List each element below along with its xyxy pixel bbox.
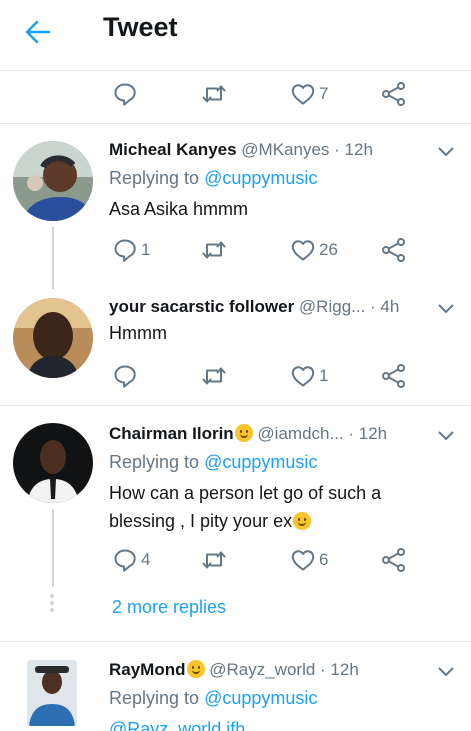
- tweet-text-fragment: blessing , I pity your ex: [109, 511, 293, 531]
- smile-emoji-icon: [293, 512, 312, 530]
- heart-icon: [291, 84, 315, 105]
- timestamp[interactable]: · 4h: [370, 297, 399, 316]
- reply-icon: [114, 549, 136, 572]
- tweet-header: Micheal Kanyes @MKanyes · 12h: [109, 140, 373, 160]
- tweet-actions: 1: [0, 361, 471, 391]
- retweet-icon: [202, 367, 226, 385]
- like-button[interactable]: 26: [290, 235, 338, 265]
- timestamp[interactable]: · 12h: [348, 424, 387, 443]
- share-button[interactable]: [381, 79, 407, 109]
- mention-link[interactable]: @cuppymusic: [204, 688, 317, 708]
- chevron-down-icon[interactable]: [437, 429, 455, 441]
- share-icon: [382, 548, 405, 572]
- mention-link[interactable]: @Rayz_world ifh: [109, 719, 245, 731]
- chevron-down-icon[interactable]: [437, 665, 455, 677]
- heart-icon: [291, 240, 315, 261]
- like-count: 6: [319, 550, 329, 569]
- avatar[interactable]: [13, 141, 93, 221]
- tweet-actions: 4 6: [0, 545, 471, 575]
- tweet-text-line: blessing , I pity your ex: [109, 507, 381, 535]
- like-button[interactable]: 6: [290, 545, 328, 575]
- blush-emoji-icon: [186, 660, 205, 678]
- retweet-icon: [202, 241, 226, 259]
- top-bar: Tweet: [0, 0, 471, 66]
- like-count: 7: [319, 84, 329, 103]
- share-button[interactable]: [381, 235, 407, 265]
- tweet-actions: 1 26: [0, 235, 471, 265]
- chevron-down-icon[interactable]: [437, 145, 455, 157]
- reply-button[interactable]: 4: [112, 545, 150, 575]
- reply-icon: [114, 83, 136, 106]
- back-arrow-icon[interactable]: [22, 16, 54, 48]
- retweet-button[interactable]: [200, 361, 228, 391]
- replying-to: Replying to @cuppymusic: [109, 168, 317, 189]
- retweet-icon: [202, 551, 226, 569]
- smirk-emoji-icon: [234, 424, 253, 442]
- mention-link[interactable]: @cuppymusic: [204, 168, 317, 188]
- divider: [0, 641, 471, 642]
- share-button[interactable]: [381, 545, 407, 575]
- mention-link[interactable]: @cuppymusic: [204, 452, 317, 472]
- reply-count: 1: [141, 240, 151, 259]
- replying-to: Replying to @cuppymusic: [109, 452, 317, 473]
- heart-icon: [291, 550, 315, 571]
- replying-to: Replying to @cuppymusic: [109, 688, 317, 709]
- avatar[interactable]: [13, 423, 93, 503]
- reply-button[interactable]: [112, 361, 138, 391]
- reply-icon: [114, 239, 136, 262]
- avatar[interactable]: [27, 660, 77, 726]
- replying-label: Replying to: [109, 452, 200, 472]
- reply-button[interactable]: [112, 79, 138, 109]
- tweet-text: How can a person let go of such a blessi…: [109, 479, 381, 535]
- like-count: 26: [319, 240, 338, 259]
- display-name[interactable]: your sacarstic follower: [109, 297, 294, 316]
- heart-icon: [291, 366, 315, 387]
- divider: [0, 123, 471, 124]
- divider: [0, 405, 471, 406]
- like-count: 1: [319, 366, 329, 385]
- replying-label: Replying to: [109, 688, 200, 708]
- tweet-text: Hmmm: [109, 323, 167, 343]
- display-name[interactable]: Micheal Kanyes: [109, 140, 237, 159]
- timestamp[interactable]: · 12h: [320, 660, 359, 679]
- tweet-text: Asa Asika hmmm: [109, 199, 249, 219]
- retweet-button[interactable]: [200, 545, 228, 575]
- share-button[interactable]: [381, 361, 407, 391]
- divider: [0, 70, 471, 71]
- retweet-icon: [202, 85, 226, 103]
- display-name[interactable]: RayMond: [109, 660, 186, 679]
- user-handle[interactable]: @Rigg...: [299, 297, 365, 316]
- timestamp[interactable]: · 12h: [334, 140, 373, 159]
- share-icon: [382, 238, 405, 262]
- chevron-down-icon[interactable]: [437, 302, 455, 314]
- tweet-text: @Rayz_world ifh: [109, 715, 245, 731]
- tweet-header: RayMond @Rayz_world · 12h: [109, 660, 359, 680]
- tweet-header: Chairman Ilorin @iamdch... · 12h: [109, 424, 387, 444]
- user-handle[interactable]: @Rayz_world: [209, 660, 315, 679]
- thread-dots: [50, 594, 54, 615]
- retweet-button[interactable]: [200, 79, 228, 109]
- reply-button[interactable]: 1: [112, 235, 150, 265]
- share-icon: [382, 82, 405, 106]
- share-icon: [382, 364, 405, 388]
- page-title: Tweet: [103, 12, 178, 42]
- like-button[interactable]: 1: [290, 361, 328, 391]
- tweet-header: your sacarstic follower @Rigg... · 4h: [109, 297, 399, 317]
- user-handle[interactable]: @iamdch...: [257, 424, 343, 443]
- reply-icon: [114, 365, 136, 388]
- main-tweet-actions: 7: [0, 79, 471, 109]
- like-button[interactable]: 7: [290, 79, 328, 109]
- display-name[interactable]: Chairman Ilorin: [109, 424, 234, 443]
- retweet-button[interactable]: [200, 235, 228, 265]
- reply-count: 4: [141, 550, 151, 569]
- user-handle[interactable]: @MKanyes: [241, 140, 329, 159]
- replying-label: Replying to: [109, 168, 200, 188]
- tweet-text-line: How can a person let go of such a: [109, 483, 382, 503]
- more-replies-link[interactable]: 2 more replies: [112, 597, 226, 618]
